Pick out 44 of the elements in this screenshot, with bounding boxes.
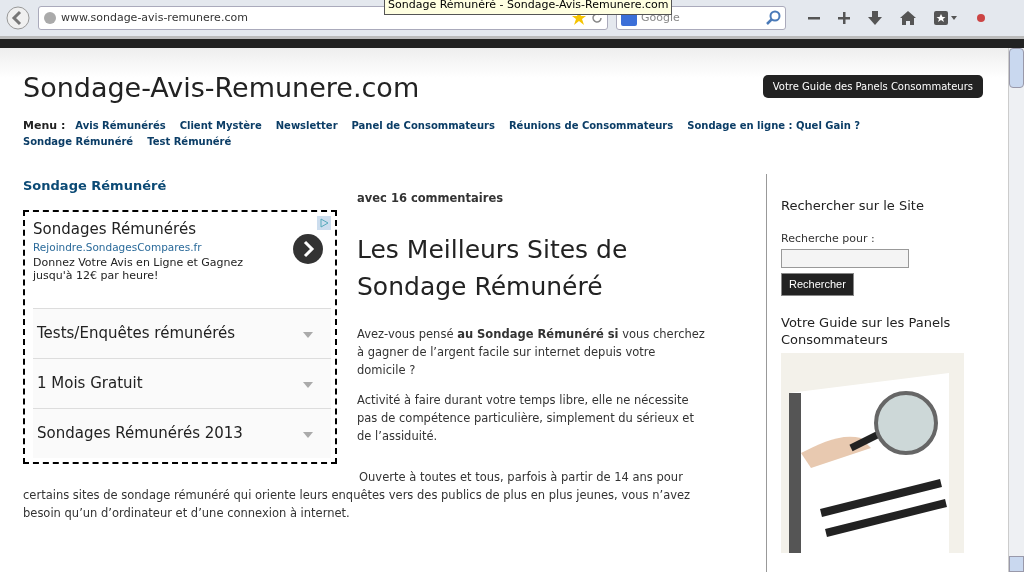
search-label: Recherche pour :	[781, 230, 876, 247]
home-icon[interactable]	[900, 11, 916, 25]
ad-link[interactable]: Tests/Enquêtes rémunérés	[33, 307, 331, 358]
book-cover-image[interactable]	[781, 352, 964, 553]
ad-text: Donnez Votre Avis en Ligne et Gagnez jusqu'à 12€ par heure!	[33, 255, 245, 282]
menu-label: Menu :	[23, 118, 66, 134]
site-title[interactable]: Sondage-Avis-Remunere.com	[23, 70, 420, 106]
article-title: Les Meilleurs Sites de Sondage Rémunéré	[357, 234, 629, 304]
ad-link[interactable]: 1 Mois Gratuit	[33, 357, 331, 408]
tooltip: Sondage Rémunéré - Sondage-Avis-Remunere.com	[384, 0, 673, 15]
adchoices-icon	[317, 215, 331, 230]
breadcrumb-heading[interactable]: Sondage Rémunéré	[23, 176, 357, 196]
menu-link[interactable]: Sondage en ligne : Quel Gain ?	[687, 118, 861, 134]
ad-url[interactable]: Rejoindre.SondagesCompares.fr	[33, 240, 273, 256]
tagline-badge: Votre Guide des Panels Consommateurs	[762, 75, 983, 98]
menu-link[interactable]: Réunions de Consommateurs	[508, 118, 674, 134]
sidebar-heading: Votre Guide sur les Panels Consommateurs	[781, 313, 951, 348]
search-input[interactable]	[781, 249, 909, 268]
search-button[interactable]: Rechercher	[781, 273, 854, 296]
menu-link[interactable]: Sondage Rémunéré	[23, 134, 134, 150]
scrollbar[interactable]	[1008, 48, 1024, 572]
comment-count[interactable]: avec 16 commentaires	[357, 190, 706, 208]
zoom-in-icon[interactable]	[838, 12, 850, 24]
article-paragraph: Ouverte à toutes et tous, parfois à partir de 14 ans pour certains sites de sondage rémunéré qui oriente leurs enquêtes vers des publics de plus en plus jeunes, vous n’avez besoin qu’un d’ordinateur et d’une connexion à internet.	[23, 468, 692, 522]
sidebar-heading: Rechercher sur le Site	[781, 197, 925, 215]
caret-icon	[303, 382, 313, 388]
menu-link[interactable]: Client Mystère	[179, 118, 262, 134]
ad-title[interactable]: Sondages Rémunérés	[33, 217, 273, 240]
article-paragraph: Avez-vous pensé au Sondage Rémunéré si vous cherchez à gagner de l’argent facile sur internet depuis votre domicile ?	[357, 326, 706, 380]
arrow-button-icon[interactable]	[293, 233, 323, 264]
back-icon[interactable]	[6, 6, 30, 30]
addon-icon[interactable]	[976, 13, 986, 23]
globe-icon	[43, 11, 57, 25]
menu-link[interactable]: Avis Rémunérés	[75, 118, 166, 134]
article-paragraph: Activité à faire durant votre temps libre, elle ne nécessite pas de compétence particulière, simplement du sérieux et de l’assiduité.	[357, 392, 695, 446]
ad-link[interactable]: Sondages Rémunérés 2013	[33, 407, 331, 458]
search-icon[interactable]	[765, 10, 781, 26]
menu-link[interactable]: Newsletter	[275, 118, 338, 134]
menu-link[interactable]: Test Rémunéré	[147, 134, 232, 150]
bookmarks-icon[interactable]	[934, 11, 958, 25]
menu-link[interactable]: Panel de Consommateurs	[351, 118, 495, 134]
caret-icon	[303, 432, 313, 438]
caret-icon	[303, 332, 313, 338]
download-icon[interactable]	[868, 11, 882, 25]
